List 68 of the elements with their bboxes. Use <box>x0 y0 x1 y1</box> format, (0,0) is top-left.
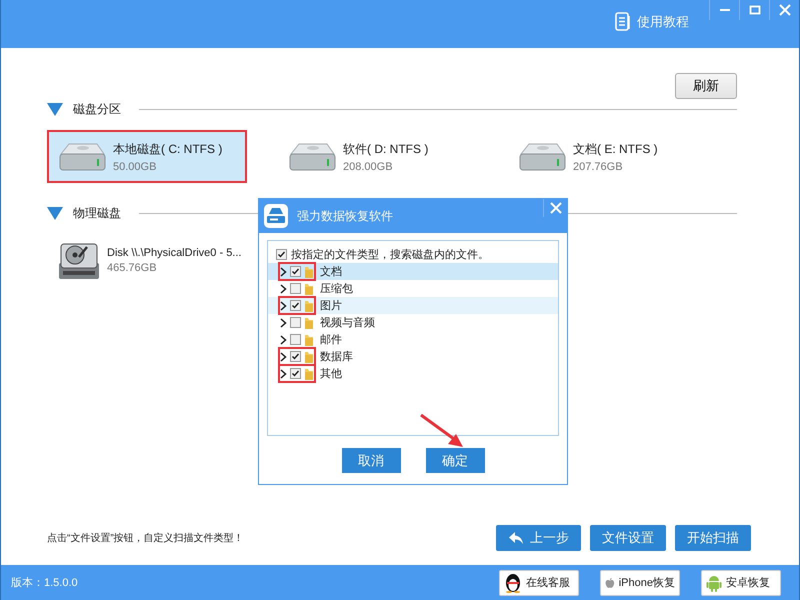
drive-item[interactable]: 文档( E: NTFS ) 207.76GB <box>507 130 707 183</box>
drive-item[interactable]: Disk \\.\PhysicalDrive0 - 5... 465.76GB <box>51 234 257 287</box>
checkbox[interactable] <box>290 283 301 294</box>
checkbox[interactable] <box>276 249 287 260</box>
hint-text: 点击“文件设置”按钮，自定义扫描文件类型！ <box>47 532 245 545</box>
app-logo-icon <box>263 203 289 229</box>
folder-icon <box>304 282 314 296</box>
checkbox[interactable] <box>290 317 301 328</box>
section-title: 磁盘分区 <box>73 101 121 118</box>
drive-size: 50.00GB <box>113 160 158 172</box>
folder-icon <box>304 316 314 330</box>
status-button[interactable]: iPhone恢复 <box>600 570 680 596</box>
drive-size: 207.76GB <box>573 160 624 172</box>
status-button[interactable]: 在线客服 <box>499 570 579 596</box>
maximize-icon <box>748 5 760 15</box>
drive-name: 软件( D: NTFS ) <box>343 140 428 158</box>
checkbox[interactable] <box>290 266 301 277</box>
collapse-triangle-icon <box>47 103 63 116</box>
version-text: 版本：1.5.0.0 <box>11 576 79 590</box>
cancel-button[interactable]: 取消 <box>342 448 400 473</box>
minimize-icon <box>720 9 730 11</box>
tree-label: 按指定的文件类型，搜索磁盘内的文件。 <box>291 248 489 262</box>
refresh-button[interactable]: 刷新 <box>675 73 737 99</box>
action-button[interactable]: 文件设置 <box>590 525 666 551</box>
drive-size: 465.76GB <box>107 262 158 274</box>
tree-row[interactable]: 图片 <box>268 297 558 314</box>
tree-label: 数据库 <box>320 350 353 364</box>
ok-button[interactable]: 确定 <box>426 448 484 473</box>
folder-icon <box>304 298 314 312</box>
tree-row[interactable]: 文档 <box>268 263 558 280</box>
back-button[interactable]: 上一步 <box>496 525 581 551</box>
checkbox[interactable] <box>290 300 301 311</box>
checkbox[interactable] <box>290 368 301 379</box>
folder-icon <box>304 350 314 364</box>
document-icon <box>615 12 631 32</box>
hard-disk-icon <box>57 240 101 280</box>
tree-label: 图片 <box>320 299 342 313</box>
tree-row[interactable]: 视频与音频 <box>268 314 558 331</box>
checkbox[interactable] <box>290 334 301 345</box>
action-button[interactable]: 开始扫描 <box>675 525 751 551</box>
back-arrow-icon <box>508 531 524 545</box>
folder-icon <box>304 366 314 380</box>
drive-name: 本地磁盘( C: NTFS ) <box>113 140 222 158</box>
drive-item[interactable]: 本地磁盘( C: NTFS ) 50.00GB <box>47 130 247 183</box>
tree-label: 文档 <box>320 264 342 279</box>
tree-label: 邮件 <box>320 333 342 347</box>
tree-row[interactable]: 邮件 <box>268 331 558 348</box>
drive-size: 208.00GB <box>343 160 394 172</box>
drive-item[interactable]: 软件( D: NTFS ) 208.00GB <box>277 130 477 183</box>
dialog-title: 强力数据恢复软件 <box>297 208 394 224</box>
checkbox[interactable] <box>290 351 301 362</box>
drive-name: Disk \\.\PhysicalDrive0 - 5... <box>107 247 242 259</box>
tree-row[interactable]: 压缩包 <box>268 280 558 297</box>
tree-label: 视频与音频 <box>320 316 375 330</box>
close-icon <box>550 202 562 214</box>
penguin-icon <box>504 572 522 592</box>
tree-row[interactable]: 数据库 <box>268 348 558 365</box>
tree-label: 其他 <box>320 367 342 381</box>
close-icon <box>778 4 790 16</box>
tree-row[interactable]: 其他 <box>268 365 558 382</box>
collapse-triangle-icon <box>47 207 63 220</box>
drive-name: 文档( E: NTFS ) <box>573 140 658 158</box>
tree-label: 压缩包 <box>320 282 353 296</box>
folder-icon <box>304 264 314 278</box>
robot-icon <box>706 574 722 592</box>
section-title: 物理磁盘 <box>73 205 121 222</box>
folder-icon <box>304 332 314 346</box>
status-button[interactable]: 安卓恢复 <box>701 570 781 596</box>
